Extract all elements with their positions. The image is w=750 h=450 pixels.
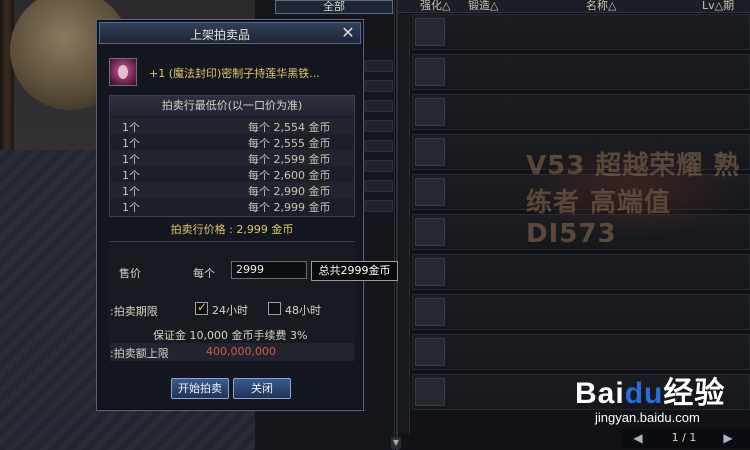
auction-limit-row: :拍卖额上限 400,000,000 xyxy=(110,343,354,361)
item-slot xyxy=(415,218,445,246)
item-slot xyxy=(415,298,445,326)
category-all-tab[interactable]: 全部 xyxy=(275,0,393,14)
scroll-down-arrow[interactable]: ▼ xyxy=(391,437,401,449)
category-row[interactable] xyxy=(365,140,393,152)
page-indicator: 1 / 1 xyxy=(671,431,697,444)
item-slot xyxy=(415,378,445,406)
item-name: +1 (魔法封印)密制子持莲华黑铁... xyxy=(149,67,320,80)
close-icon[interactable]: ✕ xyxy=(340,25,356,41)
dialog-title: 上架拍卖品 xyxy=(189,28,250,42)
price-row: 1个 每个 2,599 金币 xyxy=(110,150,354,166)
price-row: 1个 每个 2,999 金币 xyxy=(122,201,331,214)
dialog-titlebar[interactable]: 上架拍卖品 ✕ xyxy=(99,22,361,44)
deposit-fee-text: 保证金 10,000 金币手续费 3% xyxy=(153,329,308,342)
category-row[interactable] xyxy=(365,120,393,132)
checkbox-24h[interactable] xyxy=(195,300,208,315)
baidu-jingyan-watermark: Baidu经验 jingyan.baidu.com xyxy=(575,368,750,430)
price-row: 1个 每个 2,600 金币 xyxy=(122,169,331,182)
item-slot xyxy=(415,338,445,366)
table-row[interactable] xyxy=(412,54,750,90)
item-info: +1 (魔法封印)密制子持莲华黑铁... xyxy=(107,57,357,91)
table-scrollbar[interactable] xyxy=(398,14,410,434)
table-header: 强化△ 锻造△ 名称△ Lv△期 xyxy=(398,0,750,13)
price-row: 1个 每个 2,555 金币 xyxy=(122,137,331,150)
prev-page-icon[interactable]: ◀ xyxy=(630,431,646,445)
sell-price-label: 售价 xyxy=(119,267,141,280)
col-enhance[interactable]: 强化△ xyxy=(420,0,450,12)
auction-price-summary: 拍卖行价格 : 2,999 金币 xyxy=(170,223,294,236)
option-24h-label[interactable]: 24小时 xyxy=(212,302,248,318)
lowest-price-table: 拍卖行最低价(以一口价为准) 1个 每个 2,554 金币 1个 每个 2,555 … xyxy=(109,95,355,217)
category-row[interactable] xyxy=(365,180,393,192)
baidu-logo: Baidu经验 xyxy=(575,377,726,410)
option-48h-label[interactable]: 48小时 xyxy=(285,302,321,318)
start-auction-button[interactable]: 开始拍卖 xyxy=(171,378,229,399)
price-row: 1个 每个 2,990 金币 xyxy=(110,182,354,198)
item-slot xyxy=(415,98,445,126)
table-row[interactable] xyxy=(412,334,750,370)
price-input[interactable]: 2999 xyxy=(231,261,307,279)
auction-limit-value: 400,000,000 xyxy=(206,345,276,358)
wooden-post xyxy=(0,0,14,150)
auction-period-label: :拍卖期限 xyxy=(110,305,158,318)
price-row: 1个 每个 2,554 金币 xyxy=(110,118,354,134)
background-banner-watermark: V53 超越荣耀 熟练者 高端值 DI573 xyxy=(516,140,746,249)
table-row[interactable] xyxy=(412,94,750,130)
category-row[interactable] xyxy=(365,60,393,72)
pager: ◀ 1 / 1 ▶ xyxy=(622,428,750,448)
category-row[interactable] xyxy=(365,80,393,92)
item-slot xyxy=(415,178,445,206)
table-row[interactable] xyxy=(412,294,750,330)
per-unit-label: 每个 xyxy=(193,267,215,280)
table-row[interactable] xyxy=(412,14,750,50)
checkbox-48h[interactable] xyxy=(268,302,281,315)
next-page-icon[interactable]: ▶ xyxy=(720,431,736,445)
item-slot xyxy=(415,18,445,46)
item-slot xyxy=(415,58,445,86)
sell-settings: 售价 每个 2999 :拍卖期限 24小时 48小时 保证金 10,000 金币… xyxy=(109,241,355,361)
item-slot xyxy=(415,138,445,166)
list-item-dialog: 上架拍卖品 ✕ +1 (魔法封印)密制子持莲华黑铁... 拍卖行最低价(以一口价… xyxy=(96,19,364,411)
watermark-text: V53 超越荣耀 熟练者 高端值 DI573 xyxy=(526,151,741,249)
table-row[interactable] xyxy=(412,254,750,290)
col-forge[interactable]: 锻造△ xyxy=(468,0,498,12)
auction-limit-label: :拍卖额上限 xyxy=(110,347,169,360)
close-button[interactable]: 关闭 xyxy=(233,378,291,399)
lowest-price-header: 拍卖行最低价(以一口价为准) xyxy=(110,96,354,116)
category-row[interactable] xyxy=(365,100,393,112)
item-slot xyxy=(415,258,445,286)
item-icon[interactable] xyxy=(109,58,137,86)
category-row[interactable] xyxy=(365,200,393,212)
total-price-tooltip: 总共2999金币 xyxy=(311,261,398,281)
category-row[interactable] xyxy=(365,160,393,172)
baidu-url: jingyan.baidu.com xyxy=(595,410,700,425)
col-name[interactable]: 名称△ xyxy=(586,0,616,12)
col-level[interactable]: Lv△期 xyxy=(702,0,734,12)
